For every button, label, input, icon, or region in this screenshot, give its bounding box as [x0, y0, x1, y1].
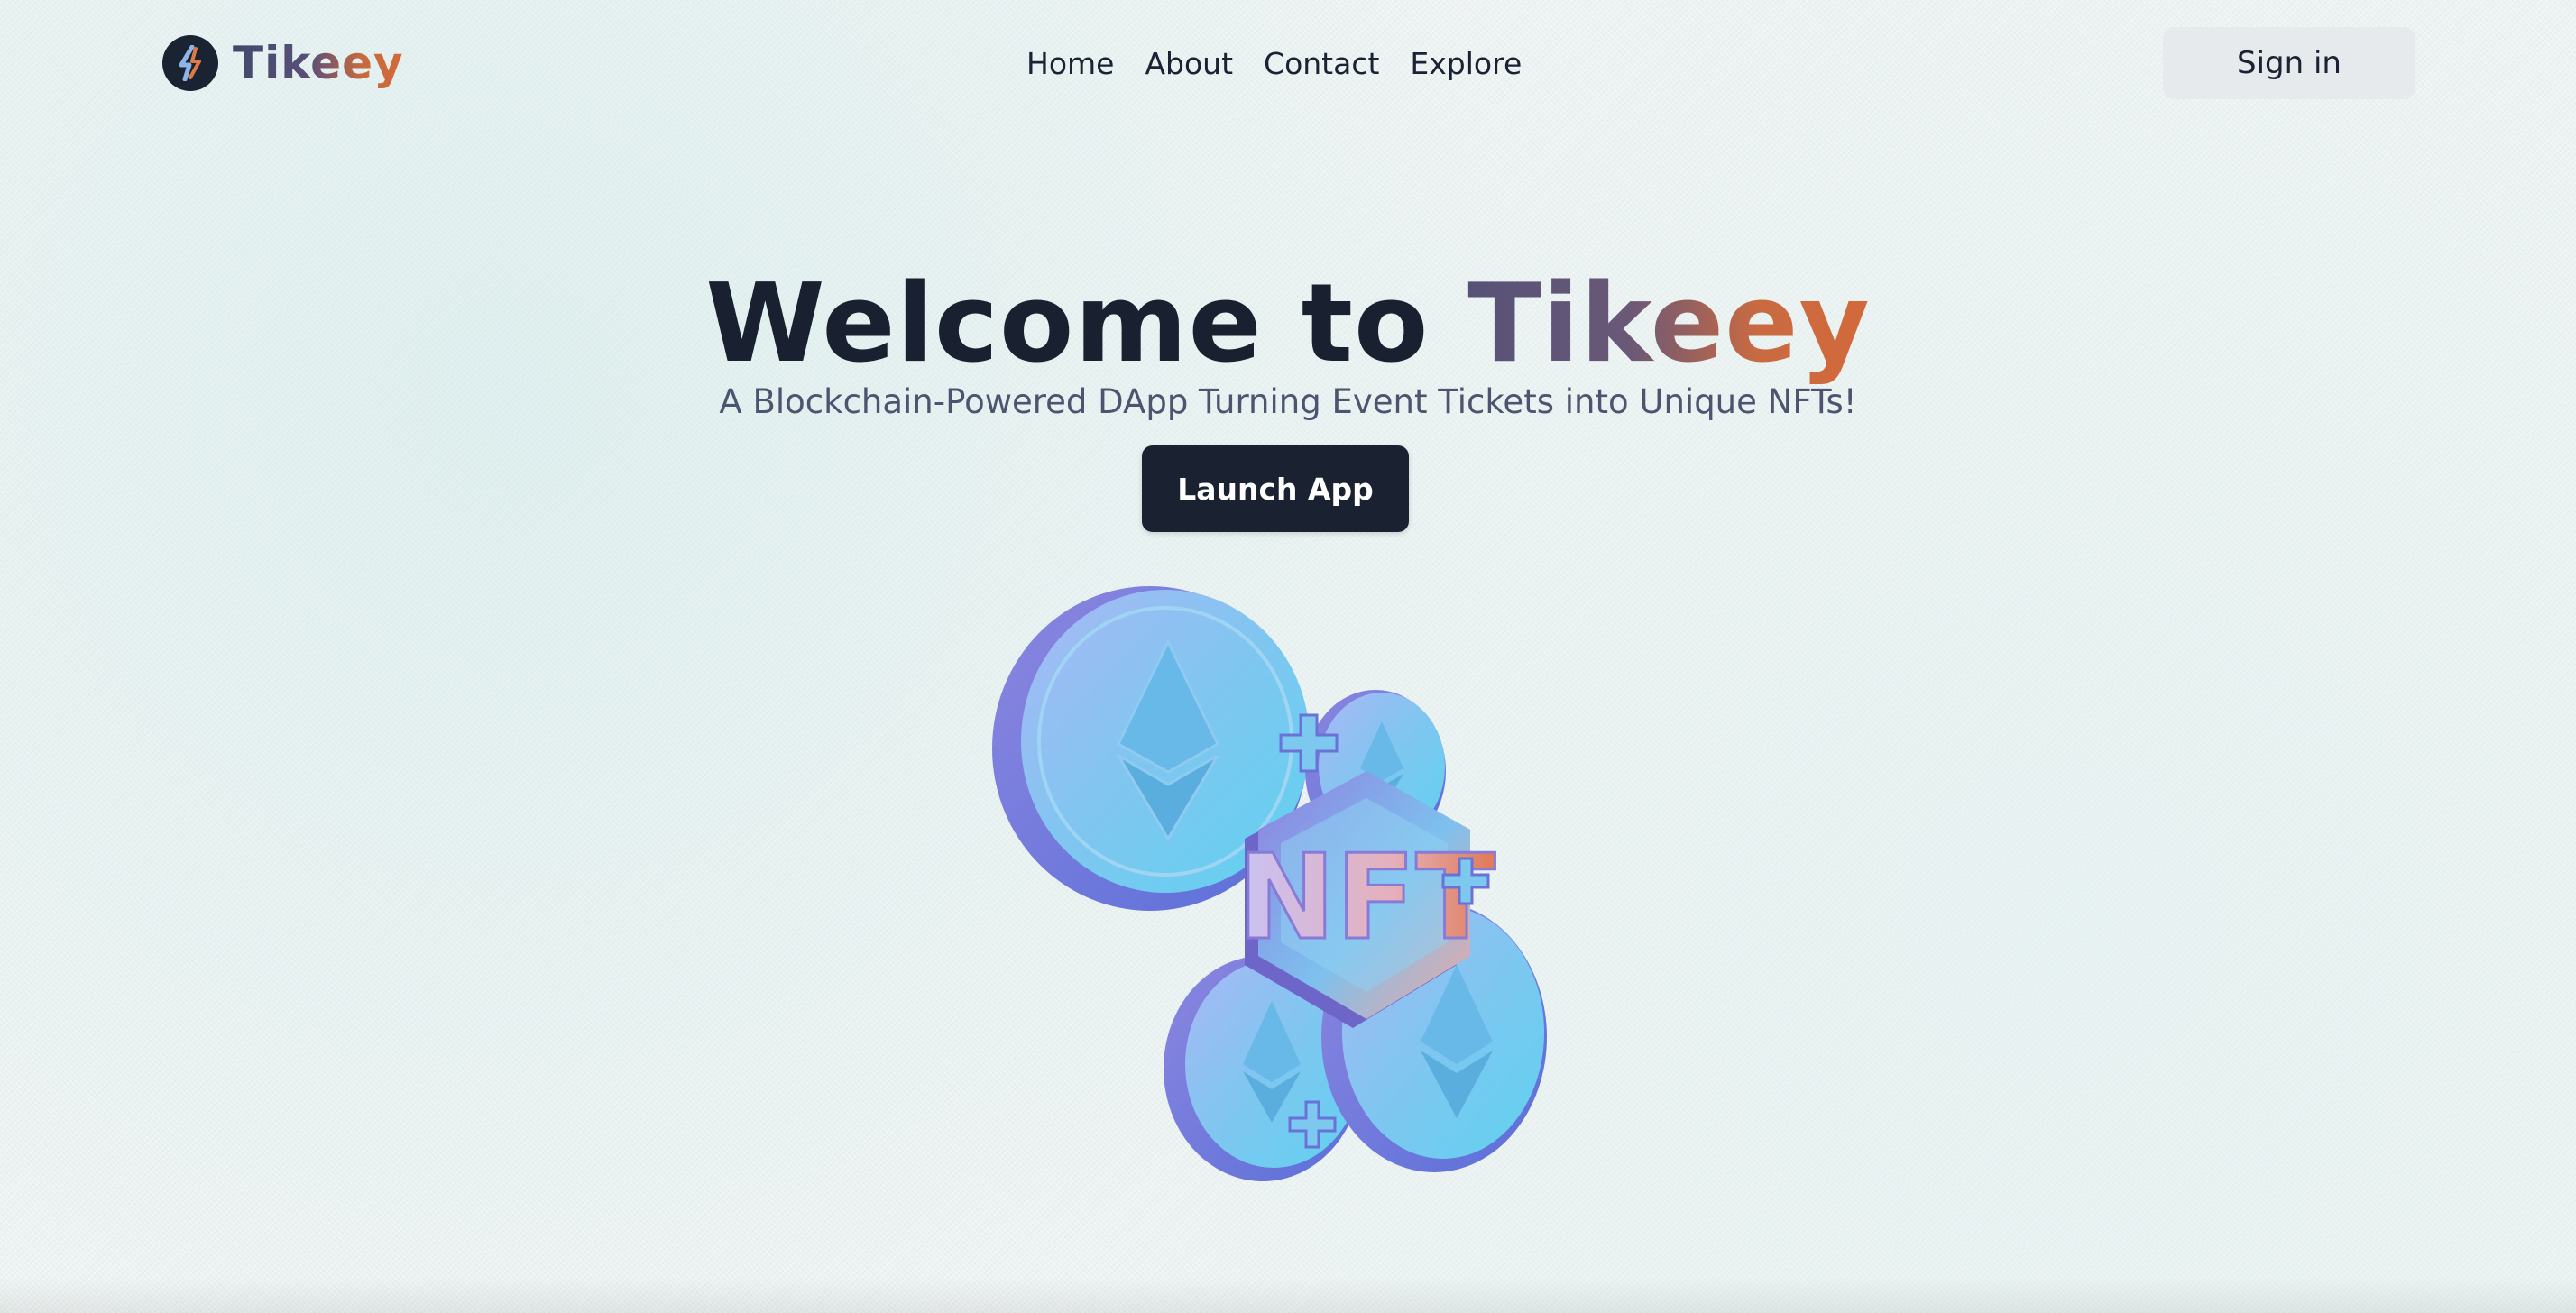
bolt-logo-icon [162, 35, 218, 91]
navbar: Tikeey Home About Contact Explore Sign i… [0, 0, 2576, 126]
hero-subtitle: A Blockchain-Powered DApp Turning Event … [719, 382, 1857, 421]
hero-title-prefix: Welcome to [705, 262, 1468, 387]
nft-coins-illustration: NFT [956, 577, 1587, 1226]
brand[interactable]: Tikeey [162, 32, 404, 94]
nav-link-about[interactable]: About [1145, 46, 1233, 81]
hero-title-accent: Tikeey [1467, 262, 1871, 387]
nav-link-explore[interactable]: Explore [1410, 46, 1522, 81]
brand-name: Tikeey [233, 37, 404, 89]
nav-link-contact[interactable]: Contact [1264, 46, 1379, 81]
bottom-shade [0, 1277, 2576, 1313]
signin-button[interactable]: Sign in [2163, 27, 2415, 99]
nav-link-home[interactable]: Home [1026, 46, 1114, 81]
hero-title: Welcome to Tikeey [0, 262, 2576, 388]
launch-app-button[interactable]: Launch App [1142, 445, 1409, 532]
nav-links: Home About Contact Explore [1026, 40, 1522, 87]
nft-badge-text: NFT [1237, 829, 1495, 966]
